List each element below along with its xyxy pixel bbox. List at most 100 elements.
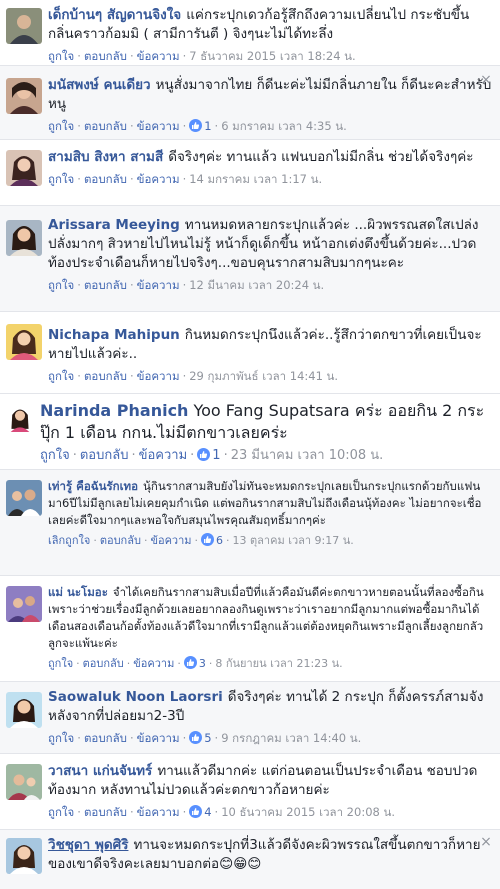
- comment-author[interactable]: Arissara Meeying: [48, 217, 180, 233]
- comment-author[interactable]: Nichapa Mahipun: [48, 327, 180, 343]
- comment-text: สามสิบ สิงหา สามสี ดีจริงๆค่ะ ทานแล้ว แฟน…: [48, 148, 492, 167]
- like-count[interactable]: 4: [204, 805, 211, 819]
- comment-item: มนัสพงษ์ คนเดียว หนูสั่งมาจากไทย ก็ดีนะค่…: [0, 66, 500, 140]
- avatar[interactable]: [6, 838, 42, 874]
- like-link[interactable]: ถูกใจ: [48, 731, 74, 745]
- reply-link[interactable]: ตอบกลับ: [84, 278, 127, 292]
- comment-text: มนัสพงษ์ คนเดียว หนูสั่งมาจากไทย ก็ดีนะค่…: [48, 76, 492, 114]
- message-link[interactable]: ข้อความ: [137, 119, 180, 133]
- reply-link[interactable]: ตอบกลับ: [84, 49, 127, 63]
- comment-actions: ถูกใจ · ตอบกลับ · ข้อความ · 1 · 23 มีนาคม เวลา 1…: [40, 448, 384, 463]
- comment-feed: เด็กบ้านๆ สัญดานจิงใจ แค่กระปุกเดวก้อรู้ส…: [0, 0, 500, 889]
- comment-actions: ถูกใจ · ตอบกลับ · ข้อความ · 7 ธันวาคม 2015 เวล…: [48, 49, 356, 63]
- timestamp[interactable]: 7 ธันวาคม 2015 เวลา 18:24 น.: [189, 49, 355, 63]
- comment-actions: เลิกถูกใจ · ตอบกลับ · ข้อความ · 6 · 13 ตุลาคม เว…: [48, 533, 354, 547]
- comment-author[interactable]: แม่ นะโมอะ: [48, 585, 108, 599]
- message-link[interactable]: ข้อความ: [139, 448, 188, 463]
- comment-actions: ถูกใจ · ตอบกลับ · ข้อความ · 12 มีนาคม เวลา 20:…: [48, 278, 325, 292]
- comment-author[interactable]: Saowaluk Noon Laorsri: [48, 689, 223, 705]
- reply-link[interactable]: ตอบกลับ: [84, 731, 127, 745]
- avatar[interactable]: [6, 150, 42, 186]
- like-link[interactable]: ถูกใจ: [48, 49, 74, 63]
- thumbs-up-icon: [189, 805, 203, 818]
- reply-link[interactable]: ตอบกลับ: [100, 534, 141, 547]
- like-count[interactable]: 3: [199, 657, 206, 670]
- thumbs-up-icon: [189, 731, 203, 744]
- comment-item: วิชชุดา พุดศิริ ทานจะหมดกระปุกที่3แล้วดีจ…: [0, 830, 500, 889]
- comment-item: Saowaluk Noon Laorsri ดีจริงๆค่ะ ทานได้ 2…: [0, 682, 500, 754]
- like-link[interactable]: ถูกใจ: [48, 119, 74, 133]
- comment-text: Nichapa Mahipun กินหมดกระปุกนึงแล้วค่ะ..ร…: [48, 326, 492, 364]
- comment-author[interactable]: วาสนา แก่นจันทร์: [48, 763, 152, 779]
- message-link[interactable]: ข้อความ: [137, 805, 180, 819]
- thumbs-up-icon: [197, 448, 211, 461]
- comment-author[interactable]: มนัสพงษ์ คนเดียว: [48, 77, 151, 93]
- like-count[interactable]: 1: [212, 448, 220, 463]
- like-count[interactable]: 5: [204, 731, 211, 745]
- message-link[interactable]: ข้อความ: [133, 657, 174, 670]
- comment-item: Nichapa Mahipun กินหมดกระปุกนึงแล้วค่ะ..ร…: [0, 312, 500, 394]
- timestamp[interactable]: 13 ตุลาคม เวลา 9:17 น.: [233, 534, 354, 547]
- message-link[interactable]: ข้อความ: [137, 278, 180, 292]
- comment-actions: ถูกใจ · ตอบกลับ · ข้อความ · 14 มกราคม เวลา 1:1…: [48, 172, 323, 186]
- comment-body: จำได้เคยกินรากสามสิบเมื่อปีที่แล้วคือมัน…: [48, 585, 484, 650]
- avatar[interactable]: [6, 692, 42, 728]
- timestamp[interactable]: 6 มกราคม เวลา 4:35 น.: [221, 119, 347, 133]
- close-icon[interactable]: ×: [480, 73, 492, 87]
- comment-author[interactable]: Narinda Phanich: [40, 401, 188, 420]
- reply-link[interactable]: ตอบกลับ: [84, 369, 127, 383]
- unlike-link[interactable]: เลิกถูกใจ: [48, 534, 90, 547]
- comment-item: เท่ารู้ คือฉันรักเทอ นุ้กินรากสามสิบยังไม…: [0, 470, 500, 576]
- timestamp[interactable]: 29 กุมภาพันธ์ เวลา 14:41 น.: [189, 369, 338, 383]
- avatar[interactable]: [6, 404, 34, 432]
- like-count[interactable]: 6: [216, 534, 223, 547]
- comment-text: แม่ นะโมอะ จำได้เคยกินรากสามสิบเมื่อปีที่…: [48, 584, 492, 652]
- comment-actions: ถูกใจ · ตอบกลับ · ข้อความ · 1 · 6 มกราคม เวลา 4:…: [48, 119, 347, 133]
- message-link[interactable]: ข้อความ: [137, 731, 180, 745]
- timestamp[interactable]: 14 มกราคม เวลา 1:17 น.: [189, 172, 322, 186]
- timestamp[interactable]: 8 กันยายน เวลา 21:23 น.: [215, 657, 342, 670]
- comment-text: Arissara Meeying ทานหมดหลายกระปุกแล้วค่ะ …: [48, 216, 492, 273]
- reply-link[interactable]: ตอบกลับ: [84, 805, 127, 819]
- comment-actions: ถูกใจ · ตอบกลับ · ข้อความ · 5 · 9 กรกฎาคม เวลา 1…: [48, 731, 362, 745]
- comment-author[interactable]: เด็กบ้านๆ สัญดานจิงใจ: [48, 7, 181, 23]
- timestamp[interactable]: 23 มีนาคม เวลา 10:08 น.: [231, 448, 384, 463]
- timestamp[interactable]: 10 ธันวาคม 2015 เวลา 20:08 น.: [221, 805, 395, 819]
- like-link[interactable]: ถูกใจ: [48, 657, 73, 670]
- reply-link[interactable]: ตอบกลับ: [80, 448, 129, 463]
- like-count[interactable]: 1: [204, 119, 211, 133]
- message-link[interactable]: ข้อความ: [137, 49, 180, 63]
- comment-text: Saowaluk Noon Laorsri ดีจริงๆค่ะ ทานได้ 2…: [48, 688, 492, 726]
- timestamp[interactable]: 9 กรกฎาคม เวลา 14:40 น.: [221, 731, 361, 745]
- message-link[interactable]: ข้อความ: [137, 369, 180, 383]
- comment-author[interactable]: เท่ารู้ คือฉันรักเทอ: [48, 479, 138, 493]
- comment-actions: ถูกใจ · ตอบกลับ · ข้อความ · 3 · 8 กันยายน เวลา 2…: [48, 656, 343, 670]
- comment-author[interactable]: วิชชุดา พุดศิริ: [48, 837, 128, 853]
- avatar[interactable]: [6, 220, 42, 256]
- close-icon[interactable]: ×: [480, 835, 492, 849]
- thumbs-up-icon: [183, 656, 197, 669]
- comment-actions: ถูกใจ · ตอบกลับ · ข้อความ · 29 กุมภาพันธ์ เวลา…: [48, 369, 339, 383]
- like-link[interactable]: ถูกใจ: [48, 278, 74, 292]
- reply-link[interactable]: ตอบกลับ: [83, 657, 124, 670]
- like-link[interactable]: ถูกใจ: [48, 369, 74, 383]
- reply-link[interactable]: ตอบกลับ: [84, 172, 127, 186]
- avatar[interactable]: [6, 586, 42, 622]
- timestamp[interactable]: 12 มีนาคม เวลา 20:24 น.: [189, 278, 324, 292]
- avatar[interactable]: [6, 324, 42, 360]
- message-link[interactable]: ข้อความ: [150, 534, 191, 547]
- avatar[interactable]: [6, 764, 42, 800]
- thumbs-up-icon: [201, 533, 215, 546]
- avatar[interactable]: [6, 8, 42, 44]
- message-link[interactable]: ข้อความ: [137, 172, 180, 186]
- comment-item: สามสิบ สิงหา สามสี ดีจริงๆค่ะ ทานแล้ว แฟน…: [0, 140, 500, 206]
- like-link[interactable]: ถูกใจ: [40, 448, 70, 463]
- avatar[interactable]: [6, 78, 42, 114]
- comment-text: วิชชุดา พุดศิริ ทานจะหมดกระปุกที่3แล้วดีจ…: [48, 836, 492, 874]
- comment-text: Narinda Phanich Yoo Fang Supatsara คร่ะ อ…: [40, 400, 492, 444]
- like-link[interactable]: ถูกใจ: [48, 805, 74, 819]
- avatar[interactable]: [6, 480, 42, 516]
- comment-author[interactable]: สามสิบ สิงหา สามสี: [48, 149, 163, 165]
- reply-link[interactable]: ตอบกลับ: [84, 119, 127, 133]
- like-link[interactable]: ถูกใจ: [48, 172, 74, 186]
